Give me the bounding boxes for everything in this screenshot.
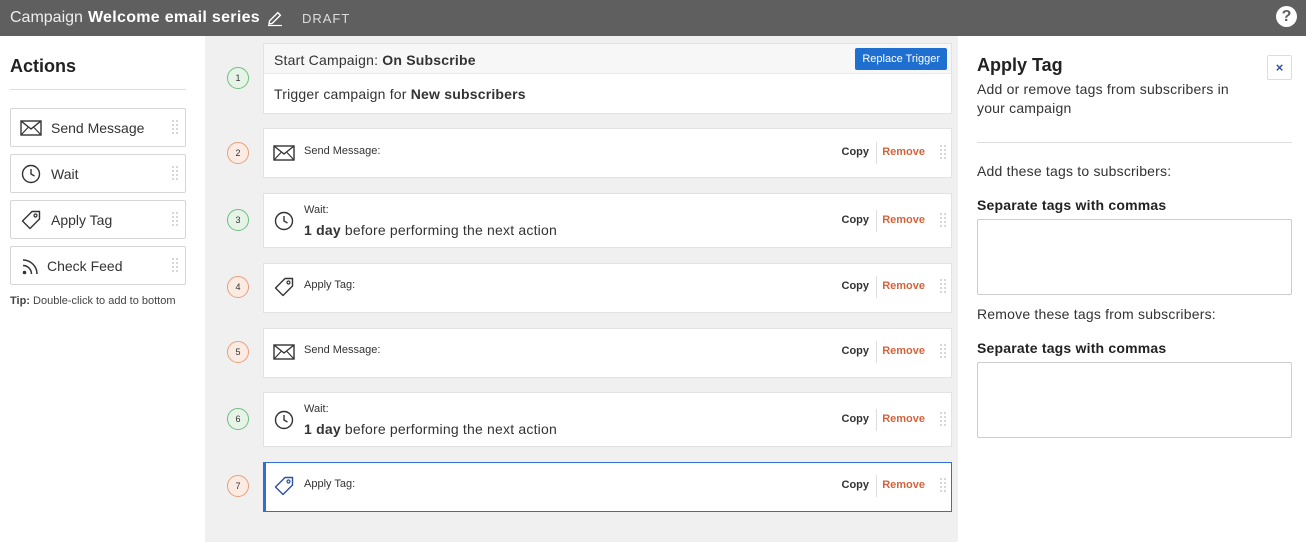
tag-icon	[272, 474, 296, 498]
copy-button[interactable]: Copy	[842, 413, 870, 425]
divider	[876, 341, 877, 363]
divider	[876, 475, 877, 497]
divider	[876, 142, 877, 164]
divider	[977, 142, 1292, 143]
tag-icon	[19, 208, 43, 232]
campaign-status-badge: DRAFT	[301, 10, 351, 26]
step-title: Send Message:	[304, 344, 381, 356]
envelope-icon	[19, 116, 43, 140]
step-number: 2	[227, 142, 249, 164]
tip-body: Double-click to add to bottom	[33, 295, 176, 307]
step-number: 4	[227, 276, 249, 298]
drag-handle-icon[interactable]	[939, 144, 947, 162]
help-icon[interactable]: ?	[1276, 6, 1297, 27]
drag-handle-icon[interactable]	[939, 411, 947, 429]
action-check-feed[interactable]: Check Feed	[10, 246, 186, 285]
step-card-apply-tag-selected[interactable]: Apply Tag: Copy Remove	[263, 462, 952, 512]
clock-icon	[272, 209, 296, 233]
trigger-card[interactable]: Start Campaign: On Subscribe Replace Tri…	[263, 43, 952, 114]
action-apply-tag[interactable]: Apply Tag	[10, 200, 186, 239]
step-card-send-message[interactable]: Send Message: Copy Remove	[263, 328, 952, 378]
drag-handle-icon[interactable]	[171, 119, 179, 137]
trigger-description: Trigger campaign for New subscribers	[274, 86, 526, 102]
clock-icon	[19, 162, 43, 186]
step-title: Wait:	[304, 403, 329, 415]
add-tags-input[interactable]	[977, 219, 1292, 295]
replace-trigger-button[interactable]: Replace Trigger	[855, 48, 947, 70]
step-number: 6	[227, 408, 249, 430]
remove-button[interactable]: Remove	[882, 214, 925, 226]
step-description: 1 day before performing the next action	[304, 421, 557, 437]
actions-panel: Actions Send Message Wait Apply Tag Chec…	[0, 36, 205, 542]
step-number: 1	[227, 67, 249, 89]
campaign-flow-canvas: 1 Start Campaign: On Subscribe Replace T…	[205, 36, 958, 542]
step-number: 3	[227, 209, 249, 231]
drag-handle-icon[interactable]	[939, 278, 947, 296]
add-tags-label: Add these tags to subscribers:	[977, 163, 1172, 179]
drag-handle-icon[interactable]	[939, 477, 947, 495]
step-number: 7	[227, 475, 249, 497]
step-title: Send Message:	[304, 145, 381, 157]
drag-handle-icon[interactable]	[939, 212, 947, 230]
action-label: Send Message	[51, 119, 145, 136]
tip-text: Tip: Double-click to add to bottom	[10, 295, 176, 307]
remove-tags-label: Remove these tags from subscribers:	[977, 306, 1216, 322]
step-card-send-message[interactable]: Send Message: Copy Remove	[263, 128, 952, 178]
copy-button[interactable]: Copy	[842, 214, 870, 226]
copy-button[interactable]: Copy	[842, 479, 870, 491]
divider	[876, 276, 877, 298]
clock-icon	[272, 408, 296, 432]
remove-button[interactable]: Remove	[882, 345, 925, 357]
drag-handle-icon[interactable]	[939, 343, 947, 361]
remove-button[interactable]: Remove	[882, 413, 925, 425]
step-title: Apply Tag:	[304, 279, 356, 291]
action-label: Check Feed	[47, 257, 123, 274]
tip-label: Tip:	[10, 295, 30, 307]
envelope-icon	[272, 141, 296, 165]
action-send-message[interactable]: Send Message	[10, 108, 186, 147]
drag-handle-icon[interactable]	[171, 257, 179, 275]
copy-button[interactable]: Copy	[842, 146, 870, 158]
add-tags-hint: Separate tags with commas	[977, 197, 1167, 213]
divider	[10, 89, 186, 90]
close-icon[interactable]: ×	[1267, 55, 1292, 80]
campaign-name: Welcome email series	[87, 9, 260, 26]
divider	[876, 210, 877, 232]
remove-tags-hint: Separate tags with commas	[977, 340, 1167, 356]
remove-button[interactable]: Remove	[882, 479, 925, 491]
copy-button[interactable]: Copy	[842, 345, 870, 357]
step-card-wait[interactable]: Wait: 1 day before performing the next a…	[263, 193, 952, 248]
panel-subtitle: Add or remove tags from subscribers in y…	[977, 81, 1229, 116]
tag-icon	[272, 275, 296, 299]
action-label: Apply Tag	[51, 211, 113, 228]
panel-title: Apply Tag	[977, 55, 1063, 75]
action-label: Wait	[51, 165, 79, 182]
drag-handle-icon[interactable]	[171, 211, 179, 229]
step-title: Wait:	[304, 204, 329, 216]
copy-button[interactable]: Copy	[842, 280, 870, 292]
actions-title: Actions	[10, 56, 77, 76]
drag-handle-icon[interactable]	[171, 165, 179, 183]
step-title: Apply Tag:	[304, 478, 356, 490]
trigger-header: Start Campaign: On Subscribe Replace Tri…	[264, 44, 951, 74]
envelope-icon	[272, 340, 296, 364]
step-description: 1 day before performing the next action	[304, 222, 557, 238]
trigger-label: Start Campaign: On Subscribe	[274, 52, 476, 68]
remove-button[interactable]: Remove	[882, 146, 925, 158]
divider	[876, 409, 877, 431]
step-card-apply-tag[interactable]: Apply Tag: Copy Remove	[263, 263, 952, 313]
step-card-wait[interactable]: Wait: 1 day before performing the next a…	[263, 392, 952, 447]
action-wait[interactable]: Wait	[10, 154, 186, 193]
apply-tag-detail-panel: Apply Tag Add or remove tags from subscr…	[958, 36, 1306, 542]
top-bar: Campaign Welcome email series DRAFT ?	[0, 0, 1306, 36]
remove-tags-input[interactable]	[977, 362, 1292, 438]
rss-feed-icon	[19, 254, 43, 278]
pencil-icon[interactable]	[266, 9, 284, 27]
step-number: 5	[227, 341, 249, 363]
remove-button[interactable]: Remove	[882, 280, 925, 292]
campaign-label: Campaign	[10, 9, 83, 26]
